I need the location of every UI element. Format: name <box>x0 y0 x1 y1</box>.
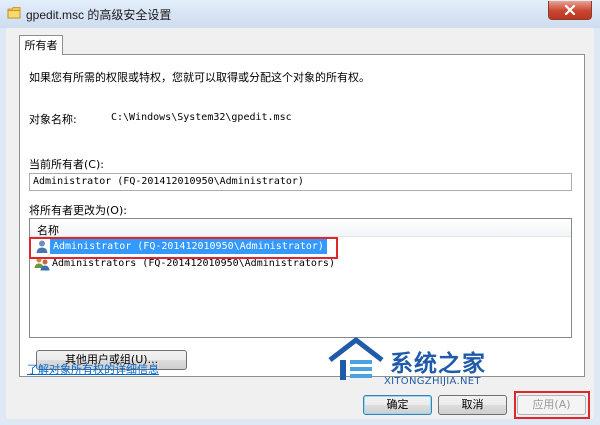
current-owner-field: Administrator (FQ-201412010950\Administr… <box>29 173 572 191</box>
column-name-label: 名称 <box>37 224 59 237</box>
highlight-box-selected-owner <box>29 237 338 259</box>
close-button[interactable] <box>548 1 592 20</box>
object-name-value: C:\Windows\System32\gpedit.msc <box>111 112 292 123</box>
close-icon <box>564 5 576 15</box>
highlight-box-apply <box>514 391 590 419</box>
description-text: 如果您有所需的权限或特权，您就可以取得或分配这个对象的所有权。 <box>29 71 370 84</box>
owner-list[interactable]: 名称 Administrator (FQ-201412010950\Admini… <box>29 218 572 338</box>
cancel-button[interactable]: 取消 <box>438 395 507 415</box>
watermark-title: 系统之家 <box>390 351 486 377</box>
folder-icon <box>7 7 21 19</box>
title-bar: gpedit.msc 的高级安全设置 <box>0 0 600 28</box>
window-title: gpedit.msc 的高级安全设置 <box>26 8 172 22</box>
ownership-help-link[interactable]: 了解对象所有权的详细信息 <box>27 361 159 377</box>
house-logo-icon <box>328 337 384 380</box>
object-name-label: 对象名称: <box>29 113 77 126</box>
list-column-header[interactable]: 名称 <box>30 219 571 237</box>
change-owner-label: 将所有者更改为(O): <box>29 204 127 217</box>
watermark-subtitle: XITONGZHIJIA.NET <box>384 376 481 387</box>
watermark: 系统之家 XITONGZHIJIA.NET <box>324 336 520 388</box>
current-owner-label: 当前所有者(C): <box>29 158 104 171</box>
tab-owner[interactable]: 所有者 <box>19 35 63 55</box>
owner-panel: 如果您有所需的权限或特权，您就可以取得或分配这个对象的所有权。 对象名称: C:… <box>19 54 585 377</box>
ok-button[interactable]: 确定 <box>363 395 432 415</box>
